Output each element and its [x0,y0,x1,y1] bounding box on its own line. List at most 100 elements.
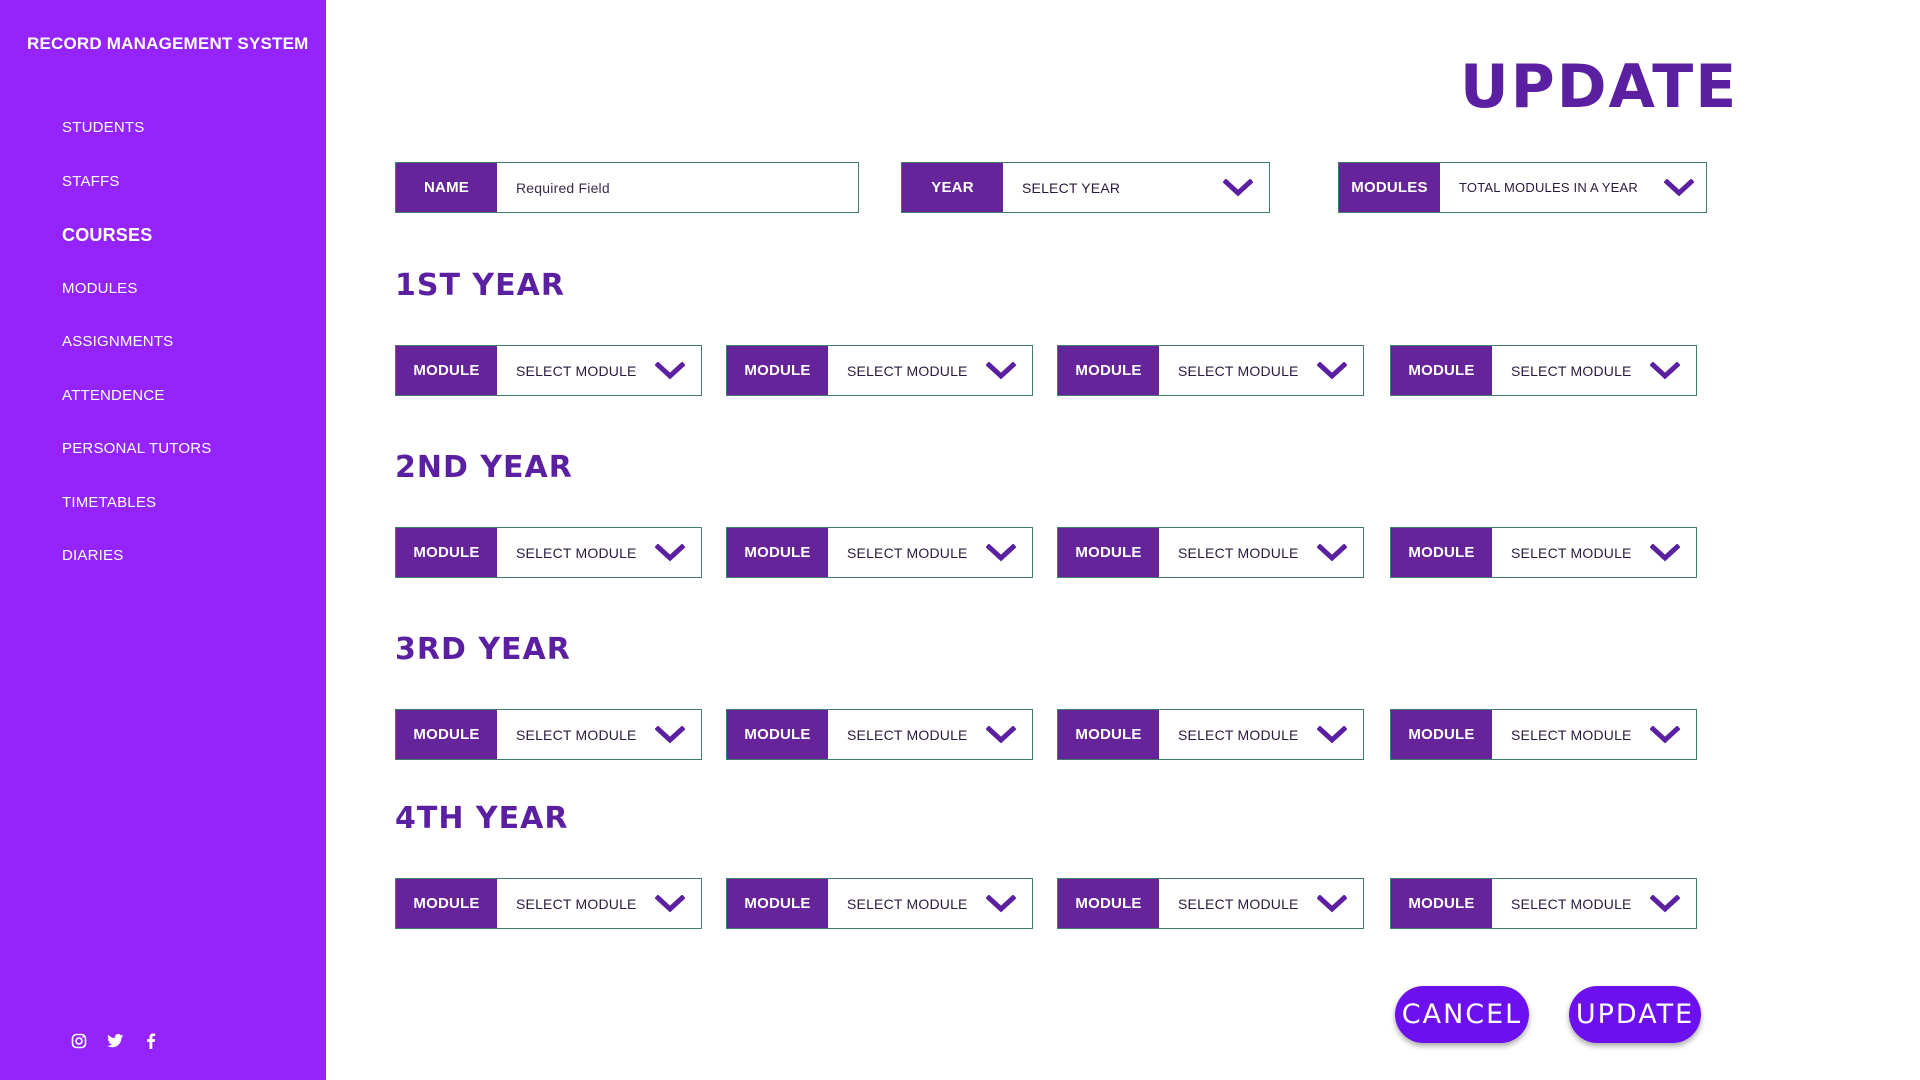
sidebar-item-timetables[interactable]: TIMETABLES [62,490,211,544]
module-select[interactable]: MODULE SELECT MODULE [1057,878,1364,929]
module-label: MODULE [1391,528,1492,577]
cancel-button[interactable]: CANCEL [1395,986,1529,1043]
module-select-value: SELECT MODULE [516,895,637,912]
module-select-value-wrap: SELECT MODULE [1159,710,1363,759]
module-select-value-wrap: SELECT MODULE [1159,879,1363,928]
module-label: MODULE [1058,879,1159,928]
module-select-value: SELECT MODULE [1511,726,1632,743]
chevron-down-icon[interactable] [1650,543,1680,563]
module-select[interactable]: MODULE SELECT MODULE [1390,709,1697,760]
chevron-down-icon[interactable] [655,361,685,381]
sidebar-item-assignments[interactable]: ASSIGNMENTS [62,329,211,383]
module-select-value: SELECT MODULE [1511,544,1632,561]
module-select[interactable]: MODULE SELECT MODULE [726,878,1033,929]
sidebar-item-diaries[interactable]: DIARIES [62,543,211,597]
chevron-down-icon[interactable] [986,725,1016,745]
section-title-year-4: 4TH YEAR [395,801,569,836]
module-select-value-wrap: SELECT MODULE [1492,346,1696,395]
sidebar-item-staffs[interactable]: STAFFS [62,169,211,223]
chevron-down-icon[interactable] [655,894,685,914]
module-label: MODULE [396,879,497,928]
module-label: MODULE [396,710,497,759]
chevron-down-icon[interactable] [1664,178,1694,198]
chevron-down-icon[interactable] [655,725,685,745]
module-select-value: SELECT MODULE [847,895,968,912]
module-select-value-wrap: SELECT MODULE [828,879,1032,928]
module-select[interactable]: MODULE SELECT MODULE [395,527,702,578]
facebook-icon[interactable] [142,1032,160,1050]
module-select[interactable]: MODULE SELECT MODULE [726,709,1033,760]
module-select[interactable]: MODULE SELECT MODULE [1057,527,1364,578]
year-select[interactable]: YEAR SELECT YEAR [901,162,1270,213]
module-label: MODULE [727,879,828,928]
chevron-down-icon[interactable] [986,543,1016,563]
modules-count-select[interactable]: MODULES TOTAL MODULES IN A YEAR [1338,162,1707,213]
module-label: MODULE [1058,710,1159,759]
chevron-down-icon[interactable] [1317,543,1347,563]
module-select[interactable]: MODULE SELECT MODULE [395,345,702,396]
chevron-down-icon[interactable] [1317,725,1347,745]
chevron-down-icon[interactable] [1223,178,1253,198]
module-label: MODULE [1391,710,1492,759]
module-select[interactable]: MODULE SELECT MODULE [1057,709,1364,760]
module-select[interactable]: MODULE SELECT MODULE [726,527,1033,578]
year-label: YEAR [902,163,1003,212]
module-select[interactable]: MODULE SELECT MODULE [1390,345,1697,396]
year-select-value: SELECT YEAR [1022,179,1121,196]
sidebar-item-students[interactable]: STUDENTS [62,115,211,169]
module-select-value: SELECT MODULE [847,544,968,561]
module-label: MODULE [1391,879,1492,928]
module-select-value: SELECT MODULE [1178,895,1299,912]
sidebar: RECORD MANAGEMENT SYSTEM STUDENTS STAFFS… [0,0,326,1080]
chevron-down-icon[interactable] [1650,725,1680,745]
name-input[interactable]: Required Field [497,163,858,212]
chevron-down-icon[interactable] [1650,894,1680,914]
module-select-value: SELECT MODULE [1178,726,1299,743]
module-select-value: SELECT MODULE [1178,362,1299,379]
chevron-down-icon[interactable] [986,361,1016,381]
module-select-value: SELECT MODULE [847,726,968,743]
section-title-year-3: 3RD YEAR [395,632,571,667]
twitter-icon[interactable] [106,1032,124,1050]
sidebar-nav: STUDENTS STAFFS COURSES MODULES ASSIGNME… [62,115,211,597]
chevron-down-icon[interactable] [986,894,1016,914]
module-select-value-wrap: SELECT MODULE [497,346,701,395]
module-label: MODULE [727,346,828,395]
module-select[interactable]: MODULE SELECT MODULE [395,709,702,760]
sidebar-item-attendence[interactable]: ATTENDENCE [62,383,211,437]
sidebar-item-modules[interactable]: MODULES [62,276,211,330]
sidebar-item-courses[interactable]: COURSES [62,222,211,276]
sidebar-item-personal-tutors[interactable]: PERSONAL TUTORS [62,436,211,490]
section-title-year-2: 2ND YEAR [395,450,573,485]
module-select-value-wrap: SELECT MODULE [1492,879,1696,928]
module-label: MODULE [396,528,497,577]
modules-select-value: TOTAL MODULES IN A YEAR [1459,180,1638,195]
chevron-down-icon[interactable] [1650,361,1680,381]
module-select[interactable]: MODULE SELECT MODULE [1057,345,1364,396]
update-button[interactable]: UPDATE [1569,986,1701,1043]
module-select-value: SELECT MODULE [1178,544,1299,561]
chevron-down-icon[interactable] [655,543,685,563]
module-select[interactable]: MODULE SELECT MODULE [1390,527,1697,578]
module-select-value-wrap: SELECT MODULE [497,528,701,577]
module-select-value-wrap: SELECT MODULE [1159,528,1363,577]
instagram-icon[interactable] [70,1032,88,1050]
module-select-value: SELECT MODULE [516,362,637,379]
module-select[interactable]: MODULE SELECT MODULE [726,345,1033,396]
chevron-down-icon[interactable] [1317,361,1347,381]
name-field: NAME Required Field [395,162,859,213]
module-select-value-wrap: SELECT MODULE [828,346,1032,395]
module-select[interactable]: MODULE SELECT MODULE [1390,878,1697,929]
chevron-down-icon[interactable] [1317,894,1347,914]
module-select-value: SELECT MODULE [516,544,637,561]
module-label: MODULE [1058,528,1159,577]
modules-select-value-wrap: TOTAL MODULES IN A YEAR [1440,163,1706,212]
module-select-value-wrap: SELECT MODULE [497,879,701,928]
module-select[interactable]: MODULE SELECT MODULE [395,878,702,929]
module-label: MODULE [1058,346,1159,395]
module-select-value-wrap: SELECT MODULE [828,528,1032,577]
module-select-value-wrap: SELECT MODULE [1159,346,1363,395]
module-select-value: SELECT MODULE [516,726,637,743]
module-label: MODULE [727,528,828,577]
module-select-value-wrap: SELECT MODULE [1492,528,1696,577]
